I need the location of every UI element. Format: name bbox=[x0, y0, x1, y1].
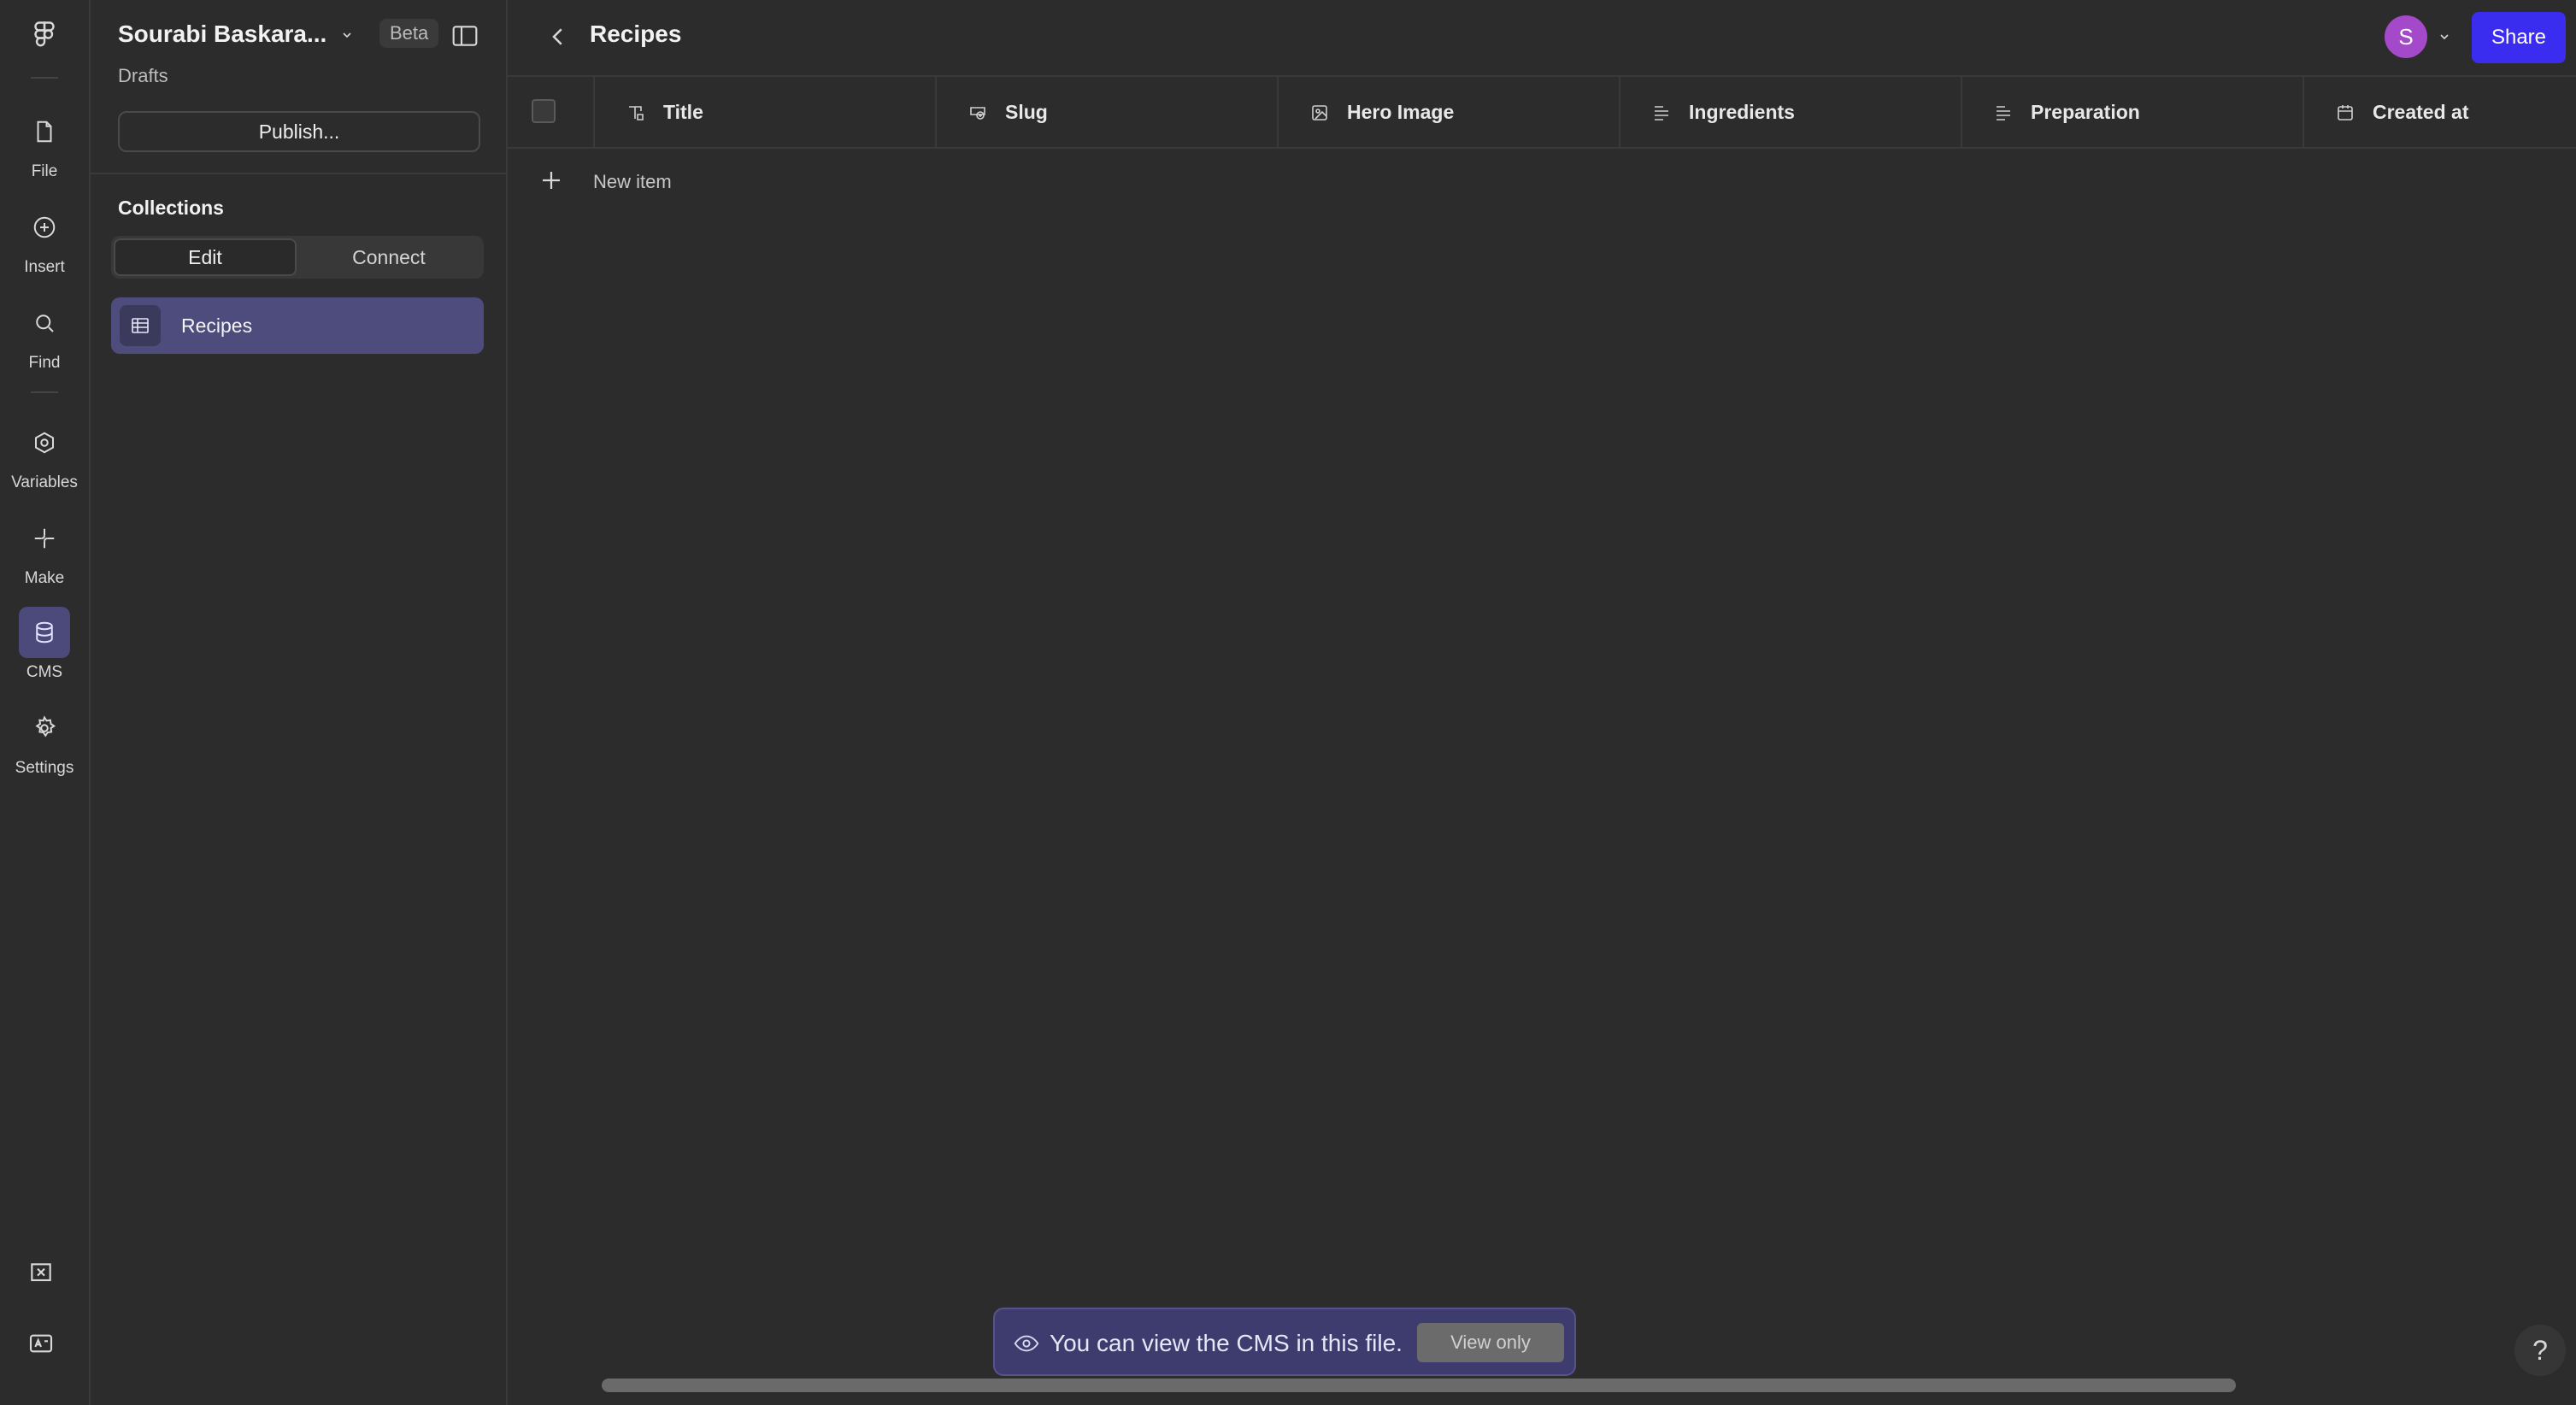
publish-button[interactable]: Publish... bbox=[118, 111, 480, 152]
tab-edit[interactable]: Edit bbox=[114, 238, 297, 276]
column-header-title[interactable]: Title bbox=[593, 77, 935, 147]
view-only-button[interactable]: View only bbox=[1417, 1323, 1564, 1362]
make-icon bbox=[19, 513, 70, 564]
rail-item-label: Settings bbox=[15, 759, 74, 777]
help-button[interactable]: ? bbox=[2514, 1325, 2566, 1376]
panel-divider bbox=[91, 173, 506, 174]
file-location[interactable]: Drafts bbox=[118, 65, 168, 87]
rail-divider bbox=[31, 391, 58, 393]
column-label: Slug bbox=[1005, 101, 1048, 123]
sidebar-toggle-icon[interactable] bbox=[451, 24, 479, 48]
share-button[interactable]: Share bbox=[2472, 12, 2566, 63]
new-item-row[interactable]: New item bbox=[508, 149, 2576, 217]
main-content: Recipes S Share Title Slug Hero Image In… bbox=[508, 0, 2576, 1405]
column-header-slug[interactable]: Slug bbox=[935, 77, 1277, 147]
image-icon bbox=[1309, 103, 1330, 123]
rail-item-find[interactable]: Find bbox=[0, 294, 89, 379]
collection-label: Recipes bbox=[181, 315, 253, 337]
file-name[interactable]: Sourabi Baskara... bbox=[118, 21, 326, 48]
top-bar: Recipes S Share bbox=[508, 0, 2576, 77]
rail-item-insert[interactable]: Insert bbox=[0, 198, 89, 284]
rail-item-label: Insert bbox=[24, 258, 65, 276]
column-header-created-at[interactable]: Created at bbox=[2303, 77, 2576, 147]
feedback-icon[interactable] bbox=[27, 1260, 55, 1287]
rail-item-label: Variables bbox=[11, 473, 78, 491]
column-label: Created at bbox=[2373, 101, 2469, 123]
beta-badge: Beta bbox=[379, 19, 439, 48]
column-label: Hero Image bbox=[1347, 101, 1455, 123]
toast-message: You can view the CMS in this file. bbox=[1050, 1330, 1403, 1356]
left-rail: File Insert Find Variables Make CMS Sett… bbox=[0, 0, 91, 1405]
plus-icon bbox=[538, 168, 564, 193]
rich-text-icon bbox=[1651, 103, 1672, 123]
column-label: Ingredients bbox=[1689, 101, 1795, 123]
column-label: Title bbox=[663, 101, 703, 123]
cms-side-panel: Sourabi Baskara... Beta Drafts Publish..… bbox=[91, 0, 508, 1405]
collection-item-recipes[interactable]: Recipes bbox=[111, 297, 484, 354]
rich-text-icon bbox=[1993, 103, 2014, 123]
column-header-hero-image[interactable]: Hero Image bbox=[1277, 77, 1619, 147]
eye-icon bbox=[1014, 1333, 1039, 1354]
rail-item-variables[interactable]: Variables bbox=[0, 414, 89, 499]
rail-item-cms[interactable]: CMS bbox=[0, 603, 89, 689]
back-arrow-icon[interactable] bbox=[545, 24, 571, 50]
plus-circle-icon bbox=[19, 202, 70, 253]
chevron-down-icon[interactable] bbox=[2438, 30, 2451, 44]
column-header-ingredients[interactable]: Ingredients bbox=[1619, 77, 1961, 147]
calendar-icon bbox=[2335, 103, 2355, 123]
select-all-checkbox[interactable] bbox=[532, 99, 556, 123]
new-item-label: New item bbox=[593, 171, 672, 192]
page-title: Recipes bbox=[590, 21, 682, 47]
rail-item-settings[interactable]: Settings bbox=[0, 699, 89, 785]
rail-item-file[interactable]: File bbox=[0, 103, 89, 188]
horizontal-scrollbar[interactable] bbox=[602, 1379, 2236, 1392]
avatar[interactable]: S bbox=[2385, 15, 2427, 58]
chevron-down-icon[interactable] bbox=[340, 28, 354, 42]
rail-item-make[interactable]: Make bbox=[0, 509, 89, 595]
variables-icon bbox=[19, 417, 70, 468]
view-only-toast: You can view the CMS in this file. View … bbox=[993, 1308, 1576, 1376]
table-icon bbox=[120, 305, 161, 346]
tab-connect[interactable]: Connect bbox=[297, 238, 480, 276]
collections-heading: Collections bbox=[118, 197, 224, 219]
search-icon bbox=[19, 297, 70, 349]
accessibility-icon[interactable] bbox=[27, 1330, 55, 1357]
column-label: Preparation bbox=[2031, 101, 2140, 123]
slug-icon bbox=[967, 103, 988, 123]
column-header-preparation[interactable]: Preparation bbox=[1961, 77, 2303, 147]
database-icon bbox=[19, 607, 70, 658]
gear-icon bbox=[19, 702, 70, 754]
rail-item-label: Find bbox=[28, 354, 61, 372]
rail-divider bbox=[31, 77, 58, 79]
text-field-icon bbox=[626, 103, 646, 123]
collections-mode-toggle: Edit Connect bbox=[111, 236, 484, 279]
file-icon bbox=[19, 106, 70, 157]
rail-item-label: File bbox=[31, 162, 58, 180]
rail-item-label: Make bbox=[24, 569, 65, 587]
table-header: Title Slug Hero Image Ingredients Prepar… bbox=[508, 77, 2576, 149]
figma-logo-icon[interactable] bbox=[29, 19, 60, 50]
rail-item-label: CMS bbox=[26, 663, 63, 681]
